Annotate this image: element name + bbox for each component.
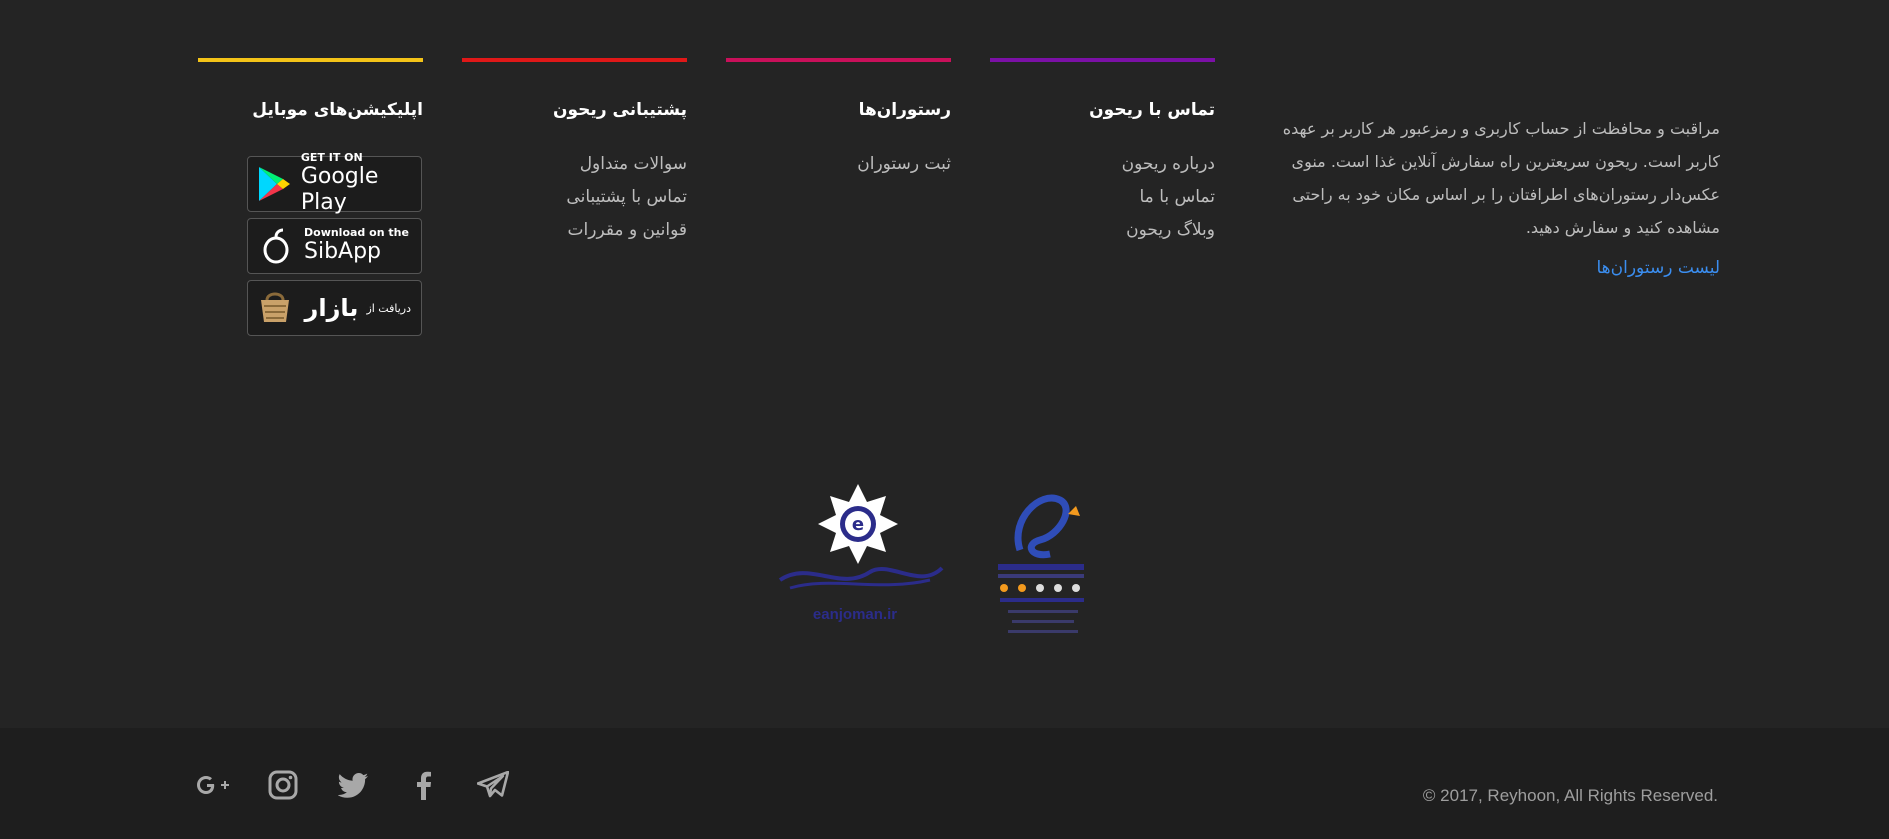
link-faq[interactable]: سوالات متداول — [462, 148, 687, 181]
facebook-icon[interactable] — [406, 768, 440, 802]
restaurants-column: رستوران‌ها ثبت رستوران — [726, 58, 951, 181]
link-contact-us[interactable]: تماس با ما — [990, 181, 1216, 214]
twitter-icon[interactable] — [336, 768, 370, 802]
footer-top: مراقبت و محافظت از حساب کاربری و رمزعبور… — [0, 0, 1889, 728]
link-contact-support[interactable]: تماس با پشتیبانی — [462, 181, 687, 214]
enamad-seal-icon — [998, 494, 1084, 633]
about-section: مراقبت و محافظت از حساب کاربری و رمزعبور… — [1270, 112, 1720, 278]
apps-column: اپلیکیشن‌های موبایل — [198, 58, 423, 148]
support-accent-bar — [462, 58, 687, 62]
copyright-text: © 2017, Reyhoon, All Rights Reserved. — [1422, 786, 1718, 805]
trust-logos: e eanjoman.ir — [770, 480, 1110, 650]
svg-text:e: e — [852, 514, 864, 535]
bazaar-bag-icon — [258, 288, 292, 328]
restaurants-title: رستوران‌ها — [858, 100, 951, 120]
contact-accent-bar — [990, 58, 1215, 62]
bazaar-badge-small: دریافت از — [366, 301, 411, 315]
contact-title: تماس با ریحون — [1089, 100, 1215, 120]
google-play-badge[interactable]: GET IT ON Google Play — [247, 152, 422, 215]
enamad-logo[interactable] — [990, 480, 1100, 645]
support-title: پشتیبانی ریحون — [553, 100, 687, 120]
sibapp-badge-big: SibApp — [304, 239, 382, 264]
google-plus-icon[interactable] — [196, 768, 230, 802]
link-terms[interactable]: قوانین و مقررات — [462, 214, 687, 247]
apple-icon — [256, 226, 296, 266]
restaurants-accent-bar — [726, 58, 951, 62]
sibapp-badge-small: Download on the — [304, 226, 409, 239]
apps-accent-bar — [198, 58, 423, 62]
anjoman-emblem-icon: e — [778, 484, 944, 590]
bazaar-badge[interactable]: دریافت از بازار — [247, 280, 422, 336]
contact-column: تماس با ریحون درباره ریحون تماس با ما وب… — [990, 58, 1215, 247]
google-play-icon — [256, 164, 293, 204]
link-reyhoon-blog[interactable]: وبلاگ ریحون — [990, 214, 1215, 247]
about-text: مراقبت و محافظت از حساب کاربری و رمزعبور… — [1282, 119, 1720, 237]
footer-bottom: © 2017, Reyhoon, All Rights Reserved. — [0, 728, 1889, 839]
support-column: پشتیبانی ریحون سوالات متداول تماس با پشت… — [462, 58, 687, 247]
anjoman-logo[interactable]: e eanjoman.ir — [770, 480, 950, 630]
apps-title: اپلیکیشن‌های موبایل — [252, 100, 423, 120]
anjoman-url: eanjoman.ir — [812, 606, 898, 623]
bazaar-badge-big: بازار — [304, 294, 359, 322]
sibapp-badge[interactable]: Download on the SibApp — [247, 218, 422, 274]
link-register-restaurant[interactable]: ثبت رستوران — [726, 148, 951, 181]
restaurants-list-link[interactable]: لیست رستوران‌ها — [1270, 258, 1721, 278]
social-links — [196, 768, 510, 802]
google-badge-small: GET IT ON — [300, 151, 363, 164]
google-badge-big: Google Play — [300, 164, 379, 215]
link-about-reyhoon[interactable]: درباره ریحون — [990, 148, 1215, 181]
telegram-icon[interactable] — [476, 768, 510, 802]
instagram-icon[interactable] — [266, 768, 300, 802]
